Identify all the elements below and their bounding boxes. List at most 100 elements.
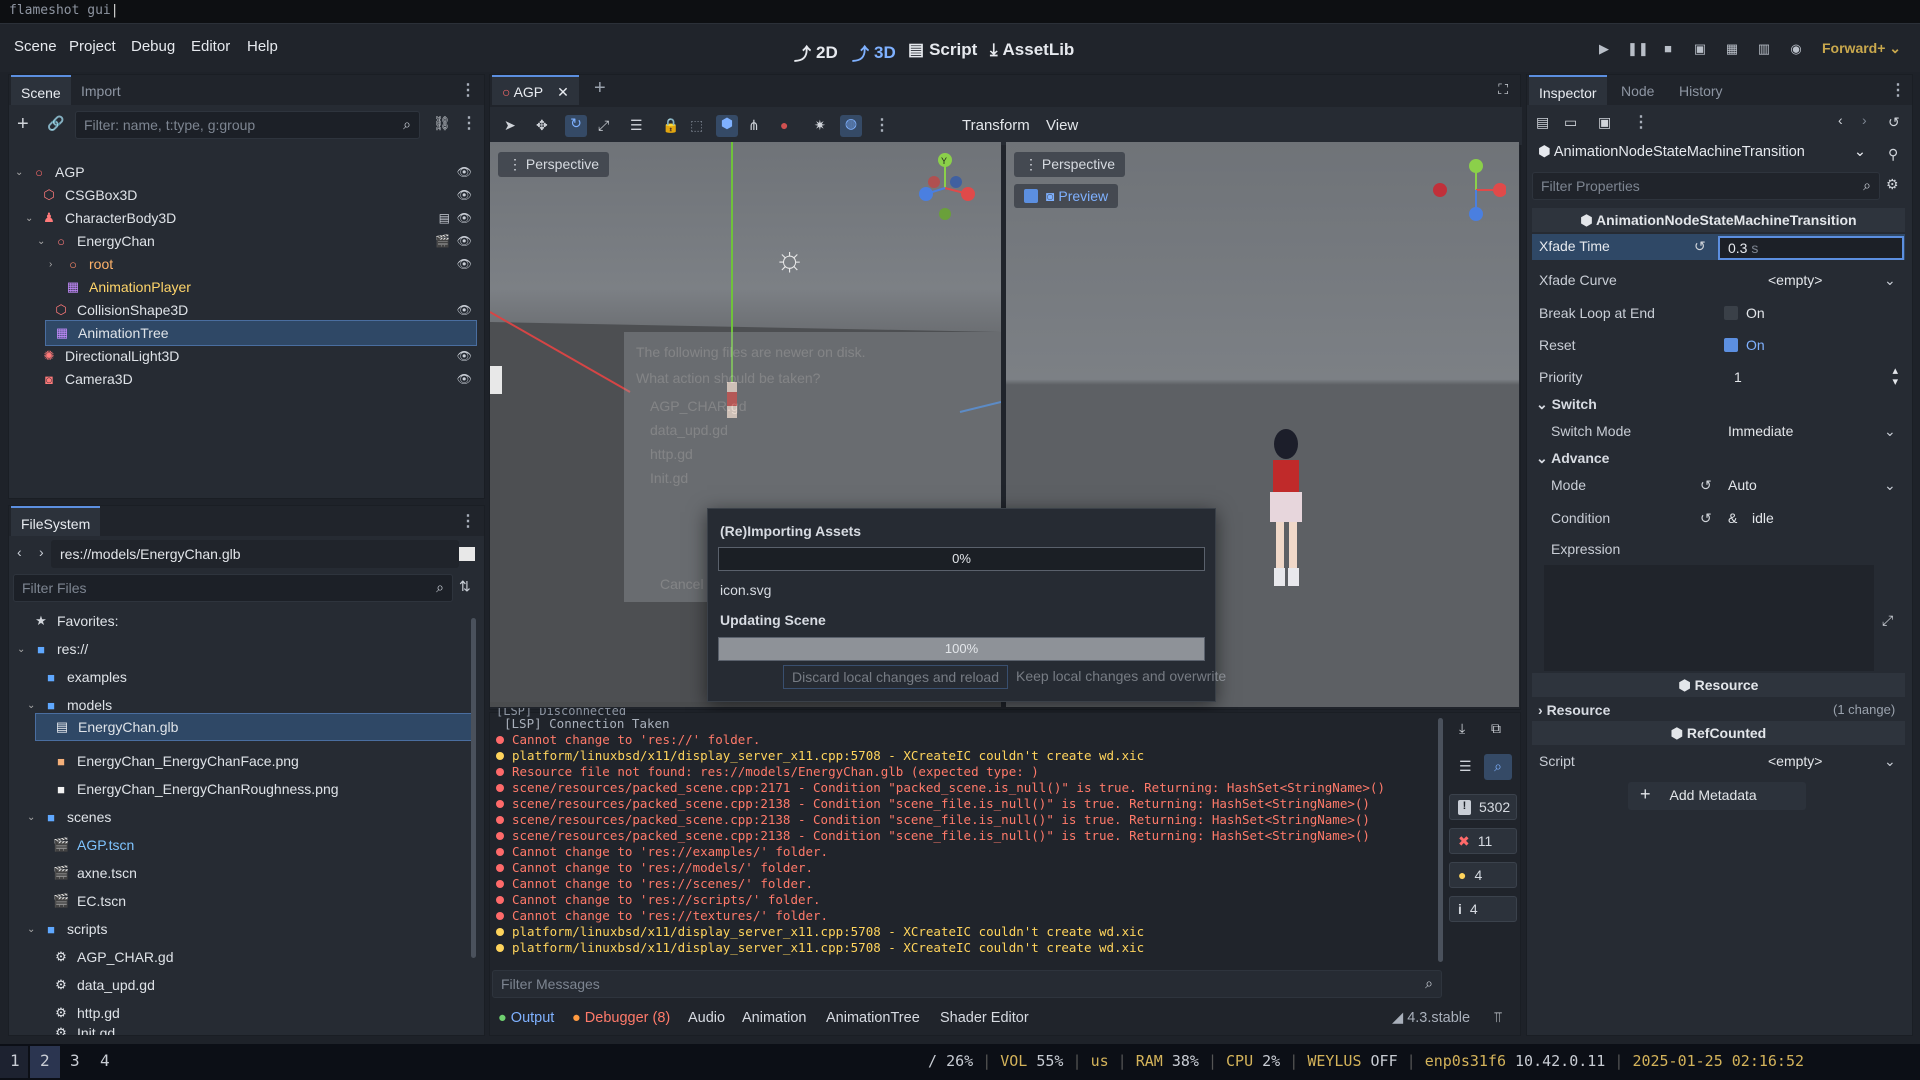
fullscreen-icon[interactable]: ⛶ bbox=[1498, 81, 1508, 98]
forward-icon[interactable]: › bbox=[39, 544, 44, 560]
fs-agp-tscn[interactable]: 🎬 AGP.tscn bbox=[9, 832, 134, 858]
local-space-icon[interactable]: ⬢ bbox=[716, 115, 738, 137]
advance-mode-select[interactable]: Auto bbox=[1728, 477, 1757, 493]
tab-import[interactable]: Import bbox=[71, 75, 131, 105]
pin-icon[interactable]: ⚲ bbox=[1888, 146, 1898, 163]
menu-debug[interactable]: Debug bbox=[131, 38, 175, 55]
xfade-time-input[interactable]: 0.3 s bbox=[1718, 236, 1904, 260]
filter-warnings-button[interactable]: ● 4 bbox=[1449, 862, 1517, 888]
play-scene-icon[interactable]: ▦ bbox=[1723, 41, 1741, 57]
scene-tree-menu-icon[interactable]: ⋮ bbox=[461, 113, 477, 133]
files-filter-input[interactable]: Filter Files ⌕ bbox=[13, 574, 453, 602]
chevron-down-icon[interactable]: ⌄ bbox=[1884, 753, 1896, 770]
menu-project[interactable]: Project bbox=[69, 38, 116, 55]
open-folder-icon[interactable]: ▭ bbox=[1564, 114, 1577, 131]
fs-scripts[interactable]: ⌄ ■ scripts bbox=[9, 916, 107, 942]
fs-roughness-png[interactable]: ■ EnergyChan_EnergyChanRoughness.png bbox=[9, 776, 338, 802]
tab-filesystem[interactable]: FileSystem bbox=[11, 506, 101, 536]
back-icon[interactable]: ‹ bbox=[17, 544, 22, 560]
workspace-1[interactable]: 1 bbox=[10, 1051, 20, 1070]
instance-scene-icon[interactable]: ⛓ bbox=[433, 115, 451, 132]
tab-debugger[interactable]: ● Debugger (8) bbox=[572, 1010, 670, 1026]
perspective-menu-left[interactable]: ⋮ Perspective bbox=[498, 152, 610, 177]
revert-icon[interactable]: ↺ bbox=[1700, 510, 1712, 527]
camera-gizmo-icon[interactable] bbox=[490, 366, 502, 394]
collapse-icon[interactable]: ☰ bbox=[1459, 758, 1472, 775]
save-icon[interactable]: ▣ bbox=[1598, 114, 1611, 131]
tree-node-camera3d[interactable]: ◙ Camera3D 👁 bbox=[9, 366, 484, 392]
chevron-down-icon[interactable]: ⌄ bbox=[1884, 423, 1896, 440]
priority-spinbox[interactable]: 1 ▴ ▾ bbox=[1724, 366, 1904, 390]
visibility-icon[interactable]: 👁 bbox=[457, 234, 472, 248]
fs-ec-tscn[interactable]: 🎬 EC.tscn bbox=[9, 888, 126, 914]
tab-history[interactable]: History bbox=[1669, 75, 1733, 105]
fs-http-gd[interactable]: ⚙ http.gd bbox=[9, 1000, 120, 1026]
fs-axne-tscn[interactable]: 🎬 axne.tscn bbox=[9, 860, 137, 886]
copy-icon[interactable]: ⧉ bbox=[1491, 720, 1501, 737]
advance-section[interactable]: ⌄ Advance bbox=[1536, 450, 1609, 467]
environment-toggle-icon[interactable]: ◍ bbox=[840, 115, 862, 137]
fs-scenes[interactable]: ⌄ ■ scenes bbox=[9, 804, 111, 830]
fs-examples[interactable]: ■ examples bbox=[9, 664, 127, 690]
preview-checkbox[interactable]: ◙ Preview bbox=[1014, 184, 1119, 208]
scrollbar[interactable] bbox=[471, 618, 476, 958]
tab-animation[interactable]: Animation bbox=[742, 1010, 806, 1026]
mode-3d-button[interactable]: ⤴ 3D bbox=[852, 40, 896, 65]
mode-assetlib-button[interactable]: ⤓ AssetLib bbox=[990, 40, 1074, 60]
stop-icon[interactable]: ■ bbox=[1659, 41, 1677, 57]
menu-view[interactable]: View bbox=[1046, 117, 1078, 134]
visibility-icon[interactable]: 👁 bbox=[457, 303, 472, 317]
tab-agp[interactable]: ○ AGP ✕ bbox=[492, 75, 579, 105]
history-back-icon[interactable]: ‹ bbox=[1838, 112, 1843, 128]
fs-init-gd[interactable]: ⚙ Init.gd bbox=[9, 1026, 115, 1035]
bottom-panel-toggle-icon[interactable]: ⫪ bbox=[1494, 1010, 1502, 1026]
resource-section[interactable]: › Resource bbox=[1538, 702, 1610, 718]
menu-editor[interactable]: Editor bbox=[191, 38, 230, 55]
tab-animationtree[interactable]: AnimationTree bbox=[826, 1010, 920, 1026]
menu-transform[interactable]: Transform bbox=[962, 117, 1030, 134]
lock-icon[interactable]: 🔒 bbox=[662, 117, 679, 134]
tab-scene[interactable]: Scene bbox=[11, 75, 71, 105]
filter-messages-input[interactable]: Filter Messages ⌕ bbox=[492, 970, 1442, 998]
tab-output[interactable]: ● Output bbox=[498, 1010, 554, 1026]
close-icon[interactable]: ✕ bbox=[557, 84, 569, 100]
reset-checkbox[interactable]: On bbox=[1724, 337, 1765, 353]
scene-dock-menu-icon[interactable]: ⋮ bbox=[460, 80, 476, 100]
move-tool-icon[interactable]: ✥ bbox=[536, 117, 548, 134]
revert-icon[interactable]: ↺ bbox=[1700, 477, 1712, 494]
workspace-3[interactable]: 3 bbox=[70, 1051, 80, 1070]
sun-toggle-icon[interactable]: ✷ bbox=[814, 117, 826, 134]
filter-properties-input[interactable]: Filter Properties ⌕ bbox=[1532, 172, 1880, 200]
filter-errors-button[interactable]: ✖ 11 bbox=[1449, 828, 1517, 854]
directional-light-gizmo-icon[interactable]: ☼ bbox=[774, 240, 805, 279]
visibility-icon[interactable]: 👁 bbox=[457, 257, 472, 271]
perspective-menu-right[interactable]: ⋮ Perspective bbox=[1014, 152, 1126, 177]
tab-audio[interactable]: Audio bbox=[688, 1010, 725, 1026]
list-select-icon[interactable]: ☰ bbox=[630, 117, 643, 134]
new-tab-icon[interactable]: + bbox=[594, 77, 606, 100]
path-input[interactable]: res://models/EnergyChan.glb bbox=[51, 540, 459, 568]
revert-icon[interactable]: ↺ bbox=[1694, 238, 1706, 255]
new-resource-icon[interactable]: ▤ bbox=[1536, 114, 1549, 131]
camera-override-icon[interactable]: ● bbox=[780, 117, 788, 133]
fs-agp-char-gd[interactable]: ⚙ AGP_CHAR.gd bbox=[9, 944, 173, 970]
chevron-down-icon[interactable]: ⌄ bbox=[1884, 272, 1896, 289]
play-custom-scene-icon[interactable]: ▥ bbox=[1755, 41, 1773, 57]
mode-script-button[interactable]: ▤ Script bbox=[908, 40, 977, 60]
remote-debug-icon[interactable]: ▣ bbox=[1691, 41, 1709, 57]
inspector-menu-icon[interactable]: ⋮ bbox=[1890, 80, 1906, 100]
script-value[interactable]: <empty> bbox=[1768, 753, 1822, 769]
filter-all-button[interactable]: ! 5302 bbox=[1449, 794, 1517, 820]
open-scene-icon[interactable]: 🎬 bbox=[435, 234, 450, 248]
visibility-icon[interactable]: 👁 bbox=[457, 349, 472, 363]
chevron-down-icon[interactable]: ⌄ bbox=[1884, 477, 1896, 494]
filter-info-button[interactable]: i4 bbox=[1449, 896, 1517, 922]
pause-icon[interactable]: ❚❚ bbox=[1627, 41, 1649, 57]
visibility-icon[interactable]: 👁 bbox=[457, 165, 472, 179]
filesystem-menu-icon[interactable]: ⋮ bbox=[460, 511, 476, 531]
tab-shader-editor[interactable]: Shader Editor bbox=[940, 1010, 1029, 1026]
expand-icon[interactable]: ⤢ bbox=[1882, 612, 1893, 629]
viewport-options-icon[interactable]: ⋮ bbox=[874, 115, 890, 135]
scroll-lock-icon[interactable]: ⤓ bbox=[1459, 720, 1465, 737]
rotate-tool-icon[interactable]: ↻ bbox=[565, 115, 587, 137]
